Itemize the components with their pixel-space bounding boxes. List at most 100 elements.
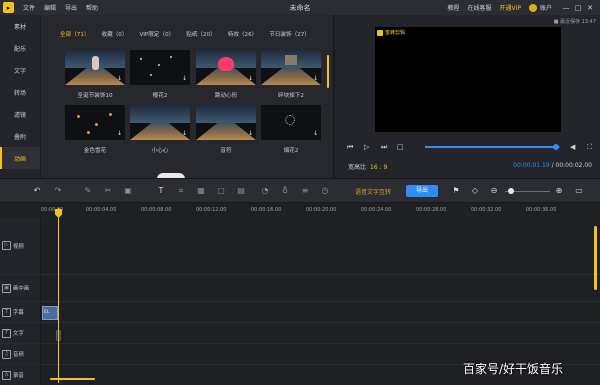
media-library: 全部（71） 收藏（0） VIP限定（0） 贴纸（20） 特效（26） 节日装饰…: [41, 15, 334, 185]
tab-vip[interactable]: VIP限定（0）: [139, 30, 174, 38]
zoom-handle[interactable]: [508, 188, 514, 194]
thumbnail: ↓: [65, 105, 125, 140]
timeline-vertical-scrollbar[interactable]: [594, 226, 597, 290]
library-scrollbar[interactable]: [327, 55, 329, 88]
sidebar-item-filter[interactable]: 滤镜: [0, 103, 40, 125]
track-pip[interactable]: ▣ 画中画: [0, 275, 600, 302]
mic-icon[interactable]: ♁: [280, 186, 290, 196]
timeline: 00:00.00 00:00:04.00 00:00:08.00 00:00:1…: [0, 203, 600, 385]
download-icon[interactable]: ↓: [248, 76, 253, 82]
mosaic-icon[interactable]: ▦: [196, 186, 206, 196]
subtitle-clip[interactable]: EL: [42, 306, 58, 320]
download-icon[interactable]: ↓: [248, 131, 253, 137]
next-frame-icon[interactable]: ⏭: [381, 142, 387, 152]
title-bar: ▸ 文件 编辑 导出 帮助 未命名 教程 在线客服 开通VIP 账户 — □ ✕: [0, 0, 600, 15]
play-icon[interactable]: ▷: [364, 142, 369, 152]
track-text[interactable]: T 文字: [0, 323, 600, 344]
audio-detach-icon[interactable]: ≡: [300, 186, 310, 196]
download-icon[interactable]: ↓: [313, 76, 318, 82]
sidebar-item-text[interactable]: 文字: [0, 59, 40, 81]
download-icon[interactable]: ↓: [182, 131, 187, 137]
delete-icon[interactable]: ▣: [123, 186, 133, 196]
redo-icon[interactable]: ↷: [53, 186, 63, 196]
volume-icon[interactable]: ◀: [570, 142, 575, 152]
aspect-ratio[interactable]: 宽高比 16 : 9: [348, 162, 387, 171]
menu-help[interactable]: 帮助: [86, 3, 98, 12]
menu-file[interactable]: 文件: [23, 3, 35, 12]
timeline-horizontal-scrollbar[interactable]: [50, 378, 95, 380]
minimize-icon[interactable]: —: [560, 4, 572, 12]
seek-handle[interactable]: [552, 144, 559, 150]
preview-panel: ■ 最近保存 13:47 蜜蜂剪辑 ⏮ ▷ ⏭ □ ◀ ⛶ 宽高比 16 : 9 …: [335, 15, 600, 178]
pen-icon[interactable]: ✎: [83, 186, 93, 196]
vip-link[interactable]: 开通VIP: [499, 3, 521, 12]
library-item[interactable]: ↓ 金色雪花: [65, 105, 125, 154]
menu-export[interactable]: 导出: [65, 3, 77, 12]
maximize-icon[interactable]: □: [572, 4, 584, 12]
menu-edit[interactable]: 编辑: [44, 3, 56, 12]
library-tabs: 全部（71） 收藏（0） VIP限定（0） 贴纸（20） 特效（26） 节日装饰…: [60, 30, 322, 38]
preview-screen: 蜜蜂剪辑: [375, 27, 561, 132]
tab-all[interactable]: 全部（71）: [60, 30, 90, 38]
close-icon[interactable]: ✕: [584, 4, 596, 12]
account-link[interactable]: 账户: [540, 3, 552, 12]
zoom-in-icon[interactable]: ⊕: [554, 186, 564, 196]
seek-bar[interactable]: [425, 144, 560, 150]
online-service-link[interactable]: 在线客服: [467, 3, 491, 12]
download-icon[interactable]: ↓: [313, 131, 318, 137]
app-logo-icon: ▸: [3, 2, 14, 13]
sidebar-item-animation[interactable]: 动画: [0, 147, 40, 169]
overlay-watermark: 百家号/好干饭音乐: [463, 362, 564, 376]
voice-to-text-button[interactable]: 语音文字互转: [355, 187, 391, 196]
time-ruler[interactable]: 00:00.00 00:00:04.00 00:00:08.00 00:00:1…: [41, 203, 596, 217]
fullscreen-icon[interactable]: ⛶: [587, 142, 592, 152]
track-subtitle[interactable]: T 字幕: [0, 302, 600, 323]
text-icon: T: [2, 328, 11, 338]
library-item[interactable]: ↓ 圣诞节装饰10: [65, 50, 125, 99]
tab-holiday[interactable]: 节日装饰（27）: [269, 30, 310, 38]
fit-icon[interactable]: ◇: [470, 186, 480, 196]
speed-icon[interactable]: ◔: [260, 186, 270, 196]
item-caption: 金色雪花: [83, 148, 107, 154]
download-icon[interactable]: ↓: [117, 131, 122, 137]
duration-icon[interactable]: ◷: [320, 186, 330, 196]
prev-frame-icon[interactable]: ⏮: [347, 142, 353, 152]
library-item[interactable]: ↓ 跳动心形: [196, 50, 256, 99]
stop-icon[interactable]: □: [397, 142, 404, 152]
library-item[interactable]: ↓ 碎块掉下2: [261, 50, 321, 99]
thumbnail: ↓: [65, 50, 125, 85]
track-video[interactable]: ▷ 视频: [0, 217, 600, 275]
tab-stickers[interactable]: 贴纸（20）: [186, 30, 216, 38]
crop-icon[interactable]: ⌗: [176, 186, 186, 196]
aspect-ratio-value: 16 : 9: [370, 164, 388, 171]
undo-icon[interactable]: ↶: [32, 186, 42, 196]
ruler-tick: 00:00:20.00: [306, 207, 337, 213]
export-button[interactable]: 导出: [406, 185, 438, 197]
playhead-line[interactable]: [58, 208, 59, 383]
split-icon[interactable]: ✂: [103, 186, 113, 196]
sidebar-item-material[interactable]: 素材: [0, 15, 40, 37]
library-item[interactable]: ↓ 音符: [196, 105, 256, 154]
library-item[interactable]: ↓ 烟花2: [261, 105, 321, 154]
avatar[interactable]: [528, 3, 537, 12]
download-icon[interactable]: ↓: [117, 76, 122, 82]
library-item[interactable]: ↓ 樱花2: [130, 50, 190, 99]
tab-effects[interactable]: 特效（26）: [228, 30, 258, 38]
fit-timeline-icon[interactable]: ▭: [574, 186, 584, 196]
marker-icon[interactable]: ⚑: [451, 186, 461, 196]
sidebar-item-transition[interactable]: 转场: [0, 81, 40, 103]
ruler-tick: 00:00:32.00: [471, 207, 502, 213]
ruler-tick: 00:00:24.00: [361, 207, 392, 213]
frame-icon[interactable]: ▢: [216, 186, 226, 196]
sidebar-item-overlay[interactable]: 叠附: [0, 125, 40, 147]
tab-favorites[interactable]: 收藏（0）: [102, 30, 128, 38]
tutorial-link[interactable]: 教程: [447, 3, 459, 12]
library-item[interactable]: ↓ 小心心: [130, 105, 190, 154]
text-tool-icon[interactable]: T: [156, 186, 166, 196]
download-icon[interactable]: ↓: [182, 76, 187, 82]
zoom-out-icon[interactable]: ⊖: [489, 186, 499, 196]
item-caption: 烟花2: [283, 148, 299, 154]
sidebar-item-music[interactable]: 配乐: [0, 37, 40, 59]
ruler-tick: 00:00:04.00: [86, 207, 117, 213]
freeze-icon[interactable]: ▤: [236, 186, 246, 196]
